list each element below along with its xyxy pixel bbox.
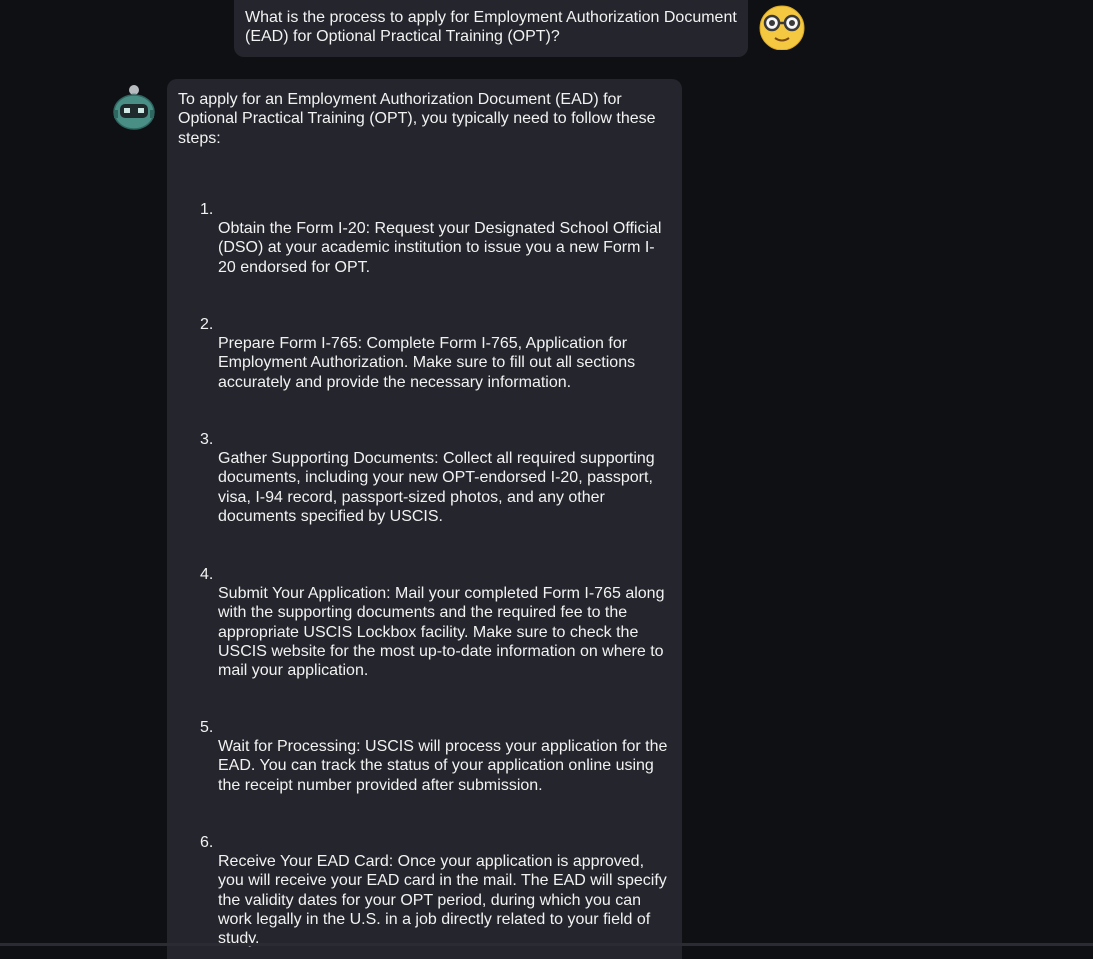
- step-text: Obtain the Form I-20: Request your Desig…: [218, 220, 662, 276]
- user-message-text: What is the process to apply for Employm…: [245, 9, 737, 45]
- step-number: 1.: [200, 201, 214, 218]
- step-number: 3.: [200, 431, 214, 448]
- assistant-message-bubble: To apply for an Employment Authorization…: [167, 79, 682, 959]
- step-number: 5.: [200, 719, 214, 736]
- user-message-bubble: What is the process to apply for Employm…: [234, 0, 748, 57]
- step-number: 6.: [200, 834, 214, 851]
- step-number: 2.: [200, 316, 214, 333]
- step-number: 4.: [200, 566, 214, 583]
- step-text: Wait for Processing: USCIS will process …: [218, 738, 668, 794]
- step-text: Prepare Form I-765: Complete Form I-765,…: [218, 335, 636, 391]
- step-text: Gather Supporting Documents: Collect all…: [218, 450, 655, 525]
- step-text: Submit Your Application: Mail your compl…: [218, 585, 665, 680]
- user-avatar: [757, 4, 807, 51]
- assistant-intro-text: To apply for an Employment Authorization…: [178, 91, 656, 147]
- robot-icon: [113, 85, 155, 130]
- nerd-face-icon: [759, 5, 805, 51]
- step-text: Receive Your EAD Card: Once your applica…: [218, 853, 667, 948]
- assistant-avatar: [112, 84, 156, 130]
